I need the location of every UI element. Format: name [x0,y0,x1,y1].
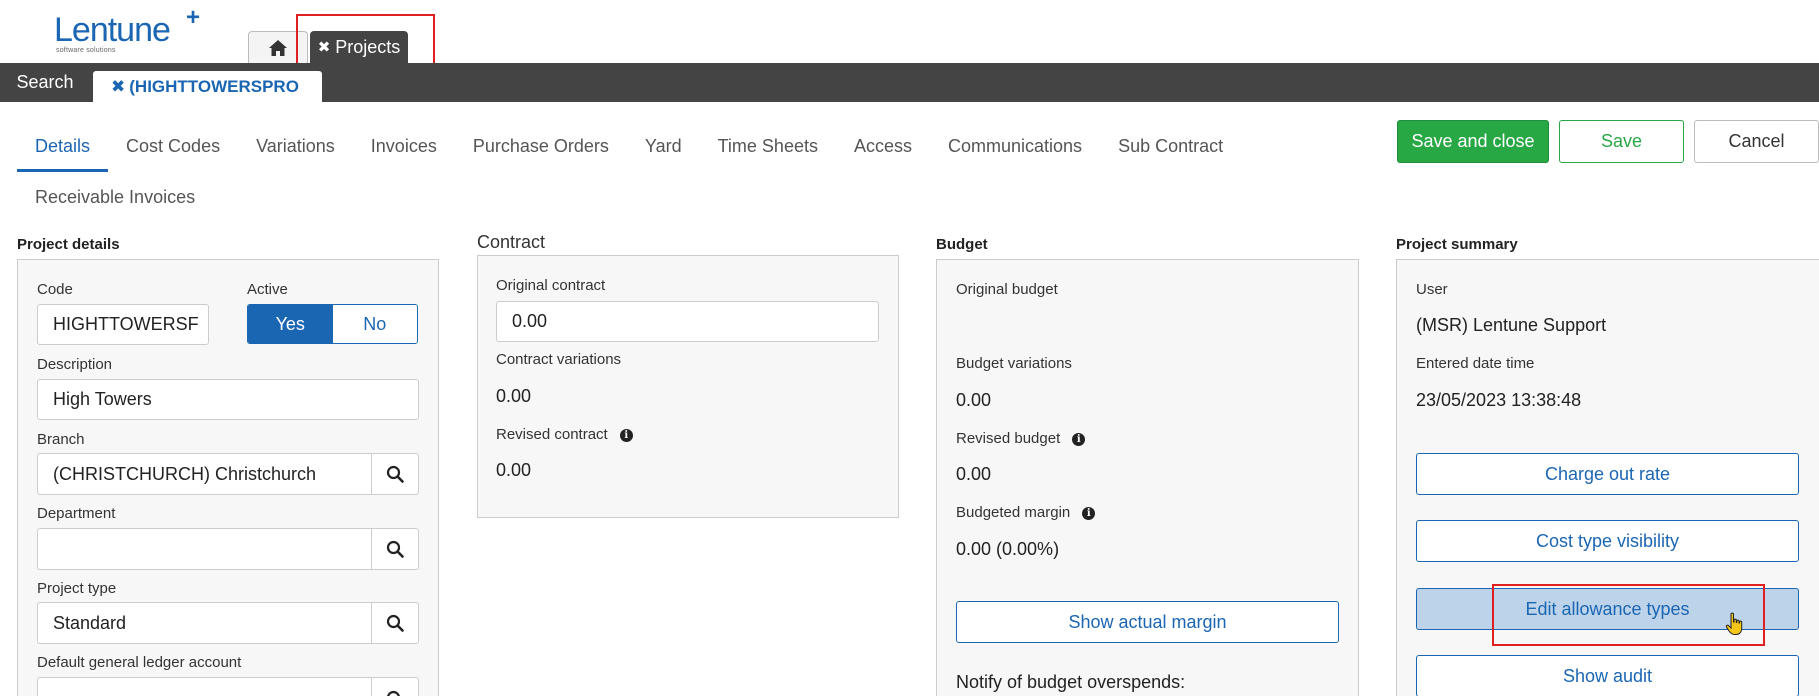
active-label: Active [247,281,288,298]
department-search-button[interactable] [371,528,419,570]
contract-panel [477,255,899,518]
project-record-tab-label: (HIGHTTOWERSPRO [129,76,299,96]
highlight-box-projects [296,14,435,68]
notify-overspends-label: Notify of budget overspends: [956,672,1186,692]
tab-access[interactable]: Access [836,118,930,172]
gl-account-search-button[interactable] [371,677,419,696]
tab-time-sheets[interactable]: Time Sheets [700,118,836,172]
project-record-tab[interactable]: ✖ (HIGHTTOWERSPRO [93,71,322,102]
charge-out-rate-button[interactable]: Charge out rate [1416,453,1799,495]
tab-purchase-orders[interactable]: Purchase Orders [455,118,627,172]
budget-variations-value: 0.00 [956,390,992,410]
save-and-close-button[interactable]: Save and close [1397,120,1549,163]
active-yes-option[interactable]: Yes [248,305,333,343]
project-type-input[interactable]: Standard [37,602,371,644]
contract-variations-value: 0.00 [496,386,532,406]
home-icon [269,39,287,56]
branch-lookup: (CHRISTCHURCH) Christchurch [37,453,419,495]
detail-tabs-row2: Receivable Invoices [17,178,213,217]
tab-invoices[interactable]: Invoices [353,118,455,172]
entered-datetime-label: Entered date time [1416,355,1535,372]
project-type-lookup: Standard [37,602,419,644]
department-label: Department [37,505,116,522]
description-label: Description [37,356,113,373]
tab-receivable-invoices[interactable]: Receivable Invoices [17,178,213,217]
tab-cost-codes[interactable]: Cost Codes [108,118,238,172]
user-label: User [1416,281,1448,298]
original-contract-label: Original contract [496,277,606,294]
code-input[interactable]: HIGHTTOWERSF [37,304,209,345]
code-label: Code [37,281,73,298]
detail-tabs: Details Cost Codes Variations Invoices P… [17,118,1241,172]
show-actual-margin-button[interactable]: Show actual margin [956,601,1339,643]
revised-contract-label: Revised contract [496,426,608,443]
logo-tagline: software solutions [56,47,116,54]
search-icon [386,614,404,632]
gl-account-lookup [37,677,419,696]
user-value: (MSR) Lentune Support [1416,315,1607,335]
branch-input[interactable]: (CHRISTCHURCH) Christchurch [37,453,371,495]
tab-sub-contract[interactable]: Sub Contract [1100,118,1241,172]
gl-account-label: Default general ledger account [37,654,242,671]
revised-contract-label-wrap: Revised contract i [496,426,633,443]
show-audit-button[interactable]: Show audit [1416,655,1799,696]
original-budget-label: Original budget [956,281,1058,298]
logo-plus: + [186,4,201,31]
cancel-button[interactable]: Cancel [1694,120,1819,163]
logo-wordmark: Lentune [54,11,171,49]
department-input[interactable] [37,528,371,570]
description-input[interactable]: High Towers [37,379,419,420]
contract-title: Contract [477,232,546,252]
budgeted-margin-label: Budgeted margin [956,504,1071,521]
tab-details[interactable]: Details [17,118,109,172]
project-summary-title: Project summary [1396,236,1518,253]
info-icon[interactable]: i [1072,432,1086,446]
budgeted-margin-label-wrap: Budgeted margin i [956,504,1096,521]
info-icon[interactable]: i [1082,506,1096,520]
lentune-logo: Lentune + software solutions [54,6,200,55]
budget-title: Budget [936,236,988,253]
search-tab-label: Search [16,72,74,92]
revised-budget-label-wrap: Revised budget i [956,430,1086,447]
branch-search-button[interactable] [371,453,419,495]
department-lookup [37,528,419,570]
search-tab[interactable]: Search [0,63,90,102]
revised-budget-value: 0.00 [956,464,992,484]
active-toggle: Yes No [247,304,418,344]
cost-type-visibility-button[interactable]: Cost type visibility [1416,520,1799,562]
revised-contract-value: 0.00 [496,460,532,480]
search-icon [387,690,400,696]
entered-datetime-value: 23/05/2023 13:38:48 [1416,390,1582,410]
budget-variations-label: Budget variations [956,355,1072,372]
close-icon[interactable]: ✖ [111,77,125,97]
tab-variations[interactable]: Variations [238,118,353,172]
save-button[interactable]: Save [1559,120,1684,163]
tab-communications[interactable]: Communications [930,118,1100,172]
contract-variations-label: Contract variations [496,351,622,368]
project-type-search-button[interactable] [371,602,419,644]
gl-account-input[interactable] [37,677,371,696]
active-no-option[interactable]: No [332,305,417,343]
project-type-label: Project type [37,580,117,597]
tab-yard[interactable]: Yard [627,118,700,172]
branch-label: Branch [37,431,85,448]
original-contract-input[interactable]: 0.00 [496,301,879,342]
info-icon[interactable]: i [619,428,633,442]
hand-cursor-icon [1725,612,1743,635]
revised-budget-label: Revised budget [956,430,1061,447]
project-details-title: Project details [17,236,120,253]
search-icon [386,465,404,483]
search-icon [386,540,404,558]
budgeted-margin-value: 0.00 (0.00%) [956,539,1060,559]
